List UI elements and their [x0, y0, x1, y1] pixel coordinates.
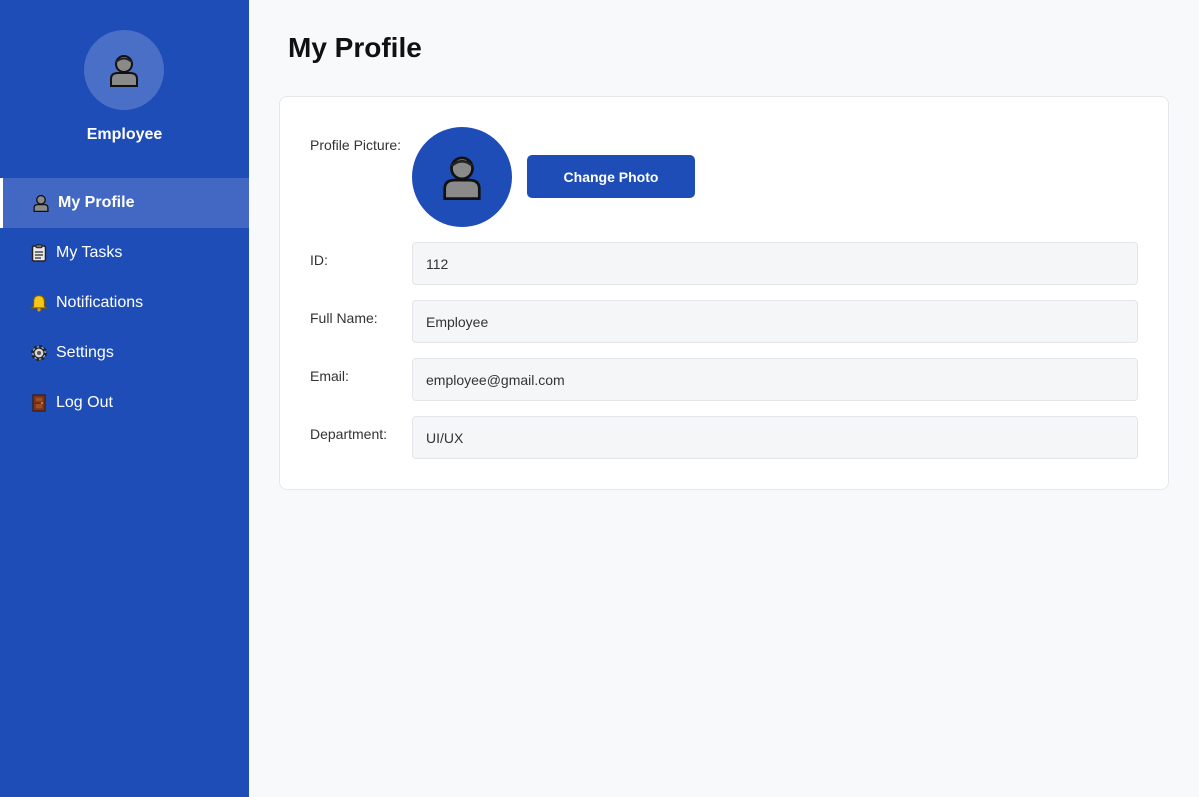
- full-name-label: Full Name:: [310, 310, 378, 326]
- id-field[interactable]: [412, 242, 1138, 285]
- sidebar-item-log-out[interactable]: Log Out: [0, 378, 249, 428]
- door-icon: [30, 394, 48, 412]
- gear-icon: [30, 344, 48, 362]
- sidebar-item-label: My Tasks: [56, 244, 123, 261]
- email-field[interactable]: [412, 358, 1138, 401]
- profile-card: Profile Picture: Change Photo ID: Full N…: [279, 96, 1169, 490]
- sidebar-item-label: Settings: [56, 344, 114, 361]
- page-title: My Profile: [288, 32, 422, 63]
- sidebar-item-label: Log Out: [56, 394, 113, 411]
- person-icon: [443, 156, 481, 200]
- department-field[interactable]: [412, 416, 1138, 459]
- person-icon: [32, 194, 50, 212]
- clipboard-icon: [30, 244, 48, 262]
- sidebar-item-settings[interactable]: Settings: [0, 328, 249, 378]
- sidebar-item-label: Notifications: [56, 294, 144, 311]
- id-label: ID:: [310, 252, 328, 268]
- sidebar-nav: My Profile My Tasks Notifications Settin…: [0, 178, 249, 428]
- sidebar-user-name: Employee: [86, 126, 163, 143]
- profile-picture-label: Profile Picture:: [310, 137, 402, 153]
- sidebar-item-notifications[interactable]: Notifications: [0, 278, 249, 328]
- department-label: Department:: [310, 426, 388, 442]
- email-label: Email:: [310, 368, 349, 384]
- sidebar-item-label: My Profile: [58, 194, 135, 211]
- sidebar-item-my-tasks[interactable]: My Tasks: [0, 228, 249, 278]
- sidebar: Employee My Profile My Tasks Notificatio…: [0, 0, 249, 797]
- sidebar-avatar: [84, 30, 164, 110]
- person-icon: [110, 55, 138, 87]
- change-photo-button[interactable]: Change Photo: [527, 155, 695, 198]
- sidebar-item-my-profile[interactable]: My Profile: [0, 178, 249, 228]
- full-name-field[interactable]: [412, 300, 1138, 343]
- bell-icon: [30, 294, 48, 312]
- profile-photo[interactable]: [412, 127, 512, 227]
